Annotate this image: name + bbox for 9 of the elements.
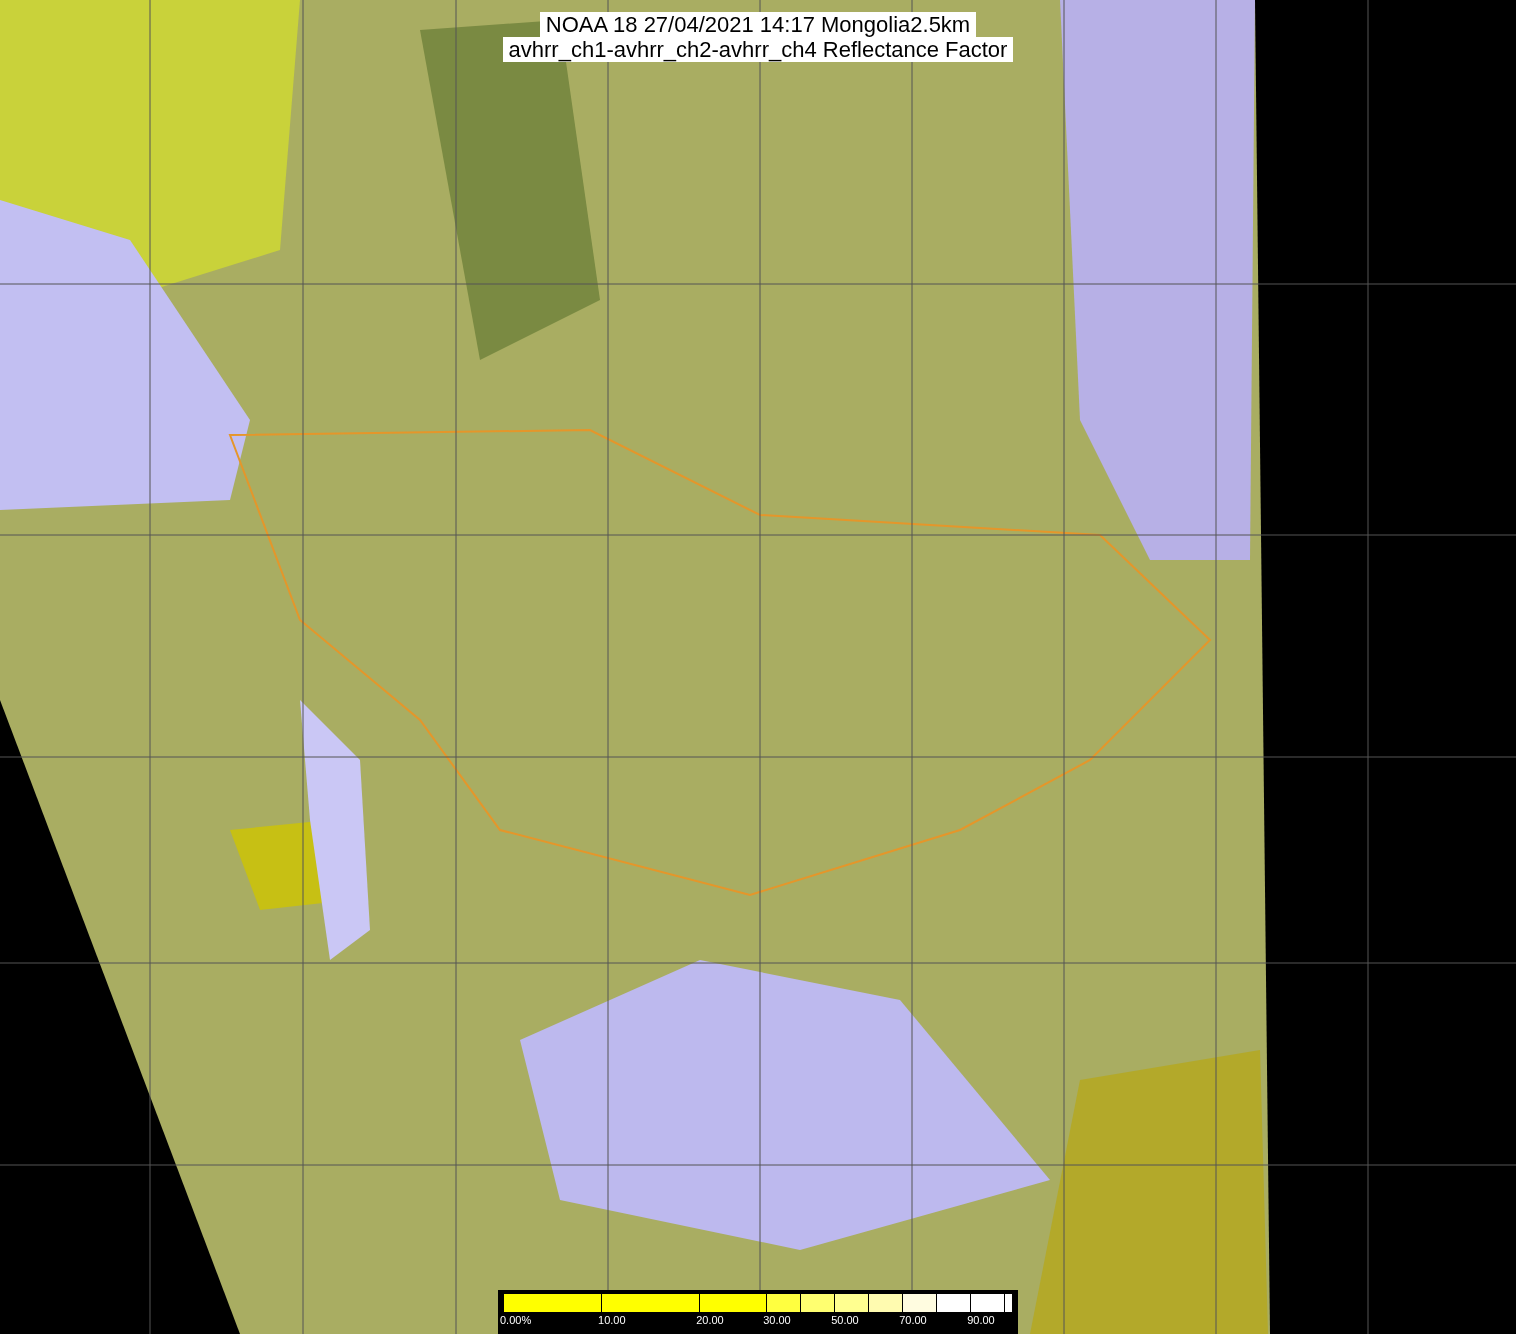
scale-label: 30.00 [763,1314,791,1327]
map-title: NOAA 18 27/04/2021 14:17 Mongolia2.5km [539,12,977,37]
scale-label: 50.00 [831,1314,859,1327]
scale-label: 10.00 [598,1314,626,1327]
scale-label: 90.00 [967,1314,995,1327]
map-title: avhrr_ch1-avhrr_ch2-avhrr_ch4 Reflectance Factor [502,37,1014,62]
scale-label: 70.00 [899,1314,927,1327]
scale-label: 20.00 [696,1314,724,1327]
scale-label: 0.00% [500,1314,532,1327]
